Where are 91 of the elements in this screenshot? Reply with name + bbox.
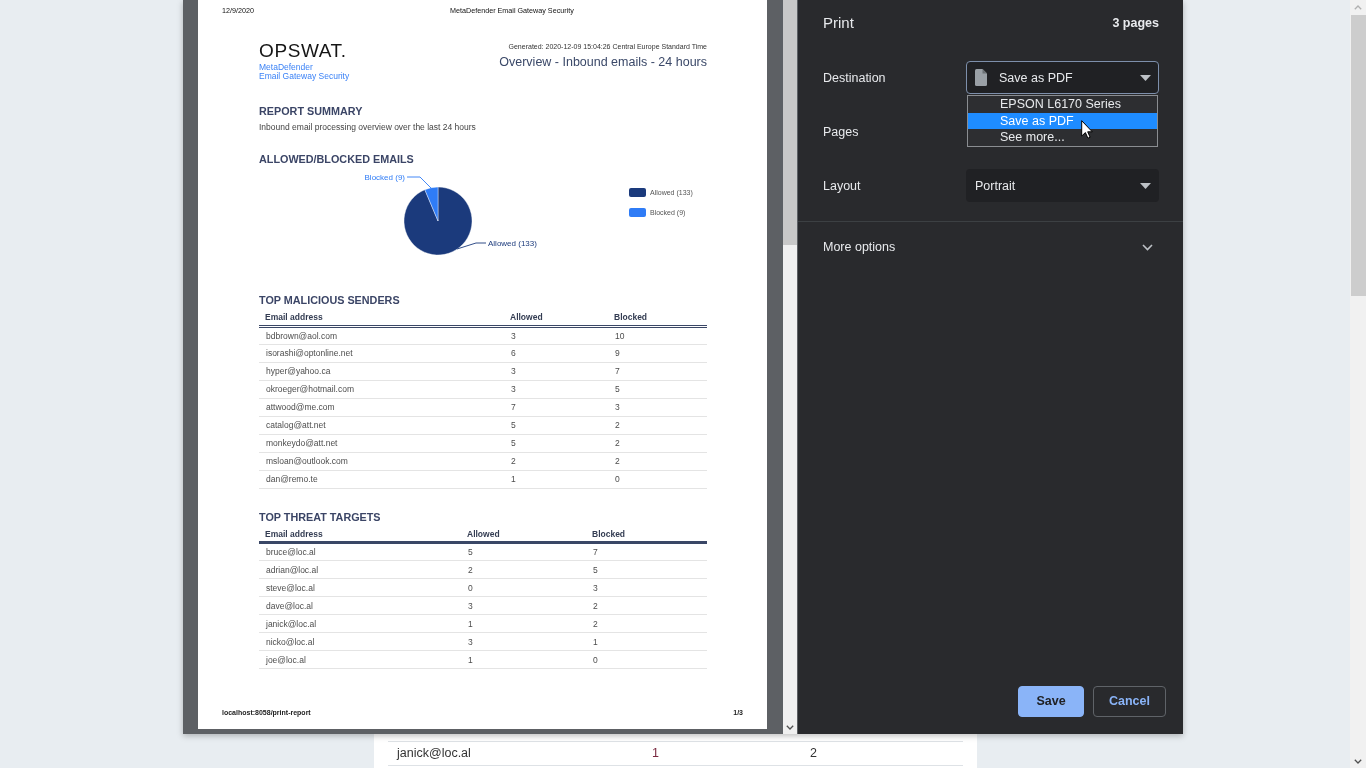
table-cell: 1 [461, 614, 586, 633]
table-cell: 2 [608, 452, 707, 470]
logo-subtitle: MetaDefender [259, 63, 314, 72]
setting-label: Pages [823, 123, 860, 140]
table-cell: 3 [504, 380, 608, 398]
table-cell: 2 [504, 452, 608, 470]
page-count: 3 pages [1112, 15, 1159, 32]
table-cell: 0 [608, 470, 707, 488]
table-cell: 2 [608, 416, 707, 434]
table-cell: 5 [504, 434, 608, 452]
table-cell: attwood@me.com [259, 398, 504, 416]
cursor-icon [1081, 120, 1093, 139]
scrollbar-thumb[interactable] [783, 0, 797, 245]
table-cell: 9 [608, 344, 707, 362]
table-cell: 2 [608, 434, 707, 452]
slice-label: Blocked (9) [364, 172, 405, 182]
setting-label: Destination [823, 69, 887, 86]
column-header: Allowed [504, 307, 608, 326]
scrollbar-thumb[interactable] [1351, 15, 1366, 296]
column-header: Blocked [586, 523, 707, 543]
table-cell: 2 [461, 560, 586, 579]
table-cell: 7 [504, 398, 608, 416]
table-cell: 7 [608, 362, 707, 380]
dropdown-option[interactable]: EPSON L6170 Series [968, 96, 1157, 113]
table-cell: hyper@yahoo.ca [259, 362, 504, 380]
logo-wordmark: OPSWAT. [259, 42, 348, 60]
table-cell: bruce@loc.al [259, 542, 461, 561]
table-cell: steve@loc.al [259, 578, 461, 597]
section-description: Inbound email processing overview over the last 24 hours [259, 121, 477, 133]
table-cell: 5 [504, 416, 608, 434]
dropdown-field[interactable]: Portrait [966, 169, 1159, 202]
column-header: Blocked [608, 307, 707, 326]
table-cell: okroeger@hotmail.com [259, 380, 504, 398]
scroll-up-icon[interactable] [1354, 5, 1362, 10]
table-cell-text: janick@loc.al [395, 746, 471, 761]
table-cell: 3 [461, 632, 586, 651]
table-cell: janick@loc.al [259, 614, 461, 633]
more-options-toggle[interactable]: More options [798, 222, 1183, 272]
table-cell: 7 [586, 542, 707, 561]
table-cell: 0 [461, 578, 586, 597]
table-cell: 3 [461, 596, 586, 615]
table-cell: joe@loc.al [259, 650, 461, 669]
table-cell: 1 [504, 470, 608, 488]
section-heading: TOP MALICIOUS SENDERS [259, 293, 401, 307]
table-cell: 2 [586, 596, 707, 615]
table-cell: 3 [504, 362, 608, 380]
table-cell: adrian@loc.al [259, 560, 461, 579]
dialog-title: Print [823, 13, 854, 33]
save-button[interactable]: Save [1018, 686, 1084, 717]
table-cell: nicko@loc.al [259, 632, 461, 651]
leader-line [406, 176, 432, 189]
cancel-button[interactable]: Cancel [1093, 686, 1166, 717]
table-cell: msloan@outlook.com [259, 452, 504, 470]
table-cell: 3 [504, 326, 608, 344]
section-heading: ALLOWED/BLOCKED EMAILS [259, 152, 415, 166]
table-cell-text: 1 [651, 746, 659, 761]
scroll-down-icon[interactable] [786, 725, 794, 730]
table-cell: 3 [586, 578, 707, 597]
dropdown-field[interactable]: Save as PDF [966, 61, 1159, 94]
table-cell: 5 [461, 542, 586, 561]
scroll-down-icon[interactable] [1354, 759, 1362, 764]
table-cell-text: 2 [809, 746, 817, 761]
table-cell: 1 [461, 650, 586, 669]
table-cell: monkeydo@att.net [259, 434, 504, 452]
setting-label: Layout [823, 177, 862, 194]
column-header: Email address [259, 523, 461, 543]
table-cell: 10 [608, 326, 707, 344]
dropdown-option[interactable]: See more... [968, 129, 1157, 146]
table-cell: dave@loc.al [259, 596, 461, 615]
caret-icon [1140, 74, 1151, 81]
table-cell: 5 [608, 380, 707, 398]
report-title: Overview - Inbound emails - 24 hours [499, 54, 707, 70]
table-cell: 6 [504, 344, 608, 362]
document-icon [975, 69, 987, 86]
section-heading: TOP THREAT TARGETS [259, 509, 382, 524]
leader-line [456, 242, 487, 250]
table-cell: bdbrown@aol.com [259, 326, 504, 344]
column-header: Email address [259, 307, 504, 326]
caret-icon [1140, 182, 1151, 189]
table-cell: isorashi@optonline.net [259, 344, 504, 362]
table-cell: 5 [586, 560, 707, 579]
slice-label: Allowed (133) [488, 238, 537, 248]
table-cell: 1 [586, 632, 707, 651]
table-cell: 3 [608, 398, 707, 416]
table-cell: dan@remo.te [259, 470, 504, 488]
table-cell: 2 [586, 614, 707, 633]
table-cell: 0 [586, 650, 707, 669]
table-cell: catalog@att.net [259, 416, 504, 434]
section-heading: REPORT SUMMARY [259, 104, 364, 118]
column-header: Allowed [461, 523, 586, 543]
logo-subtitle: Email Gateway Security [259, 72, 350, 81]
